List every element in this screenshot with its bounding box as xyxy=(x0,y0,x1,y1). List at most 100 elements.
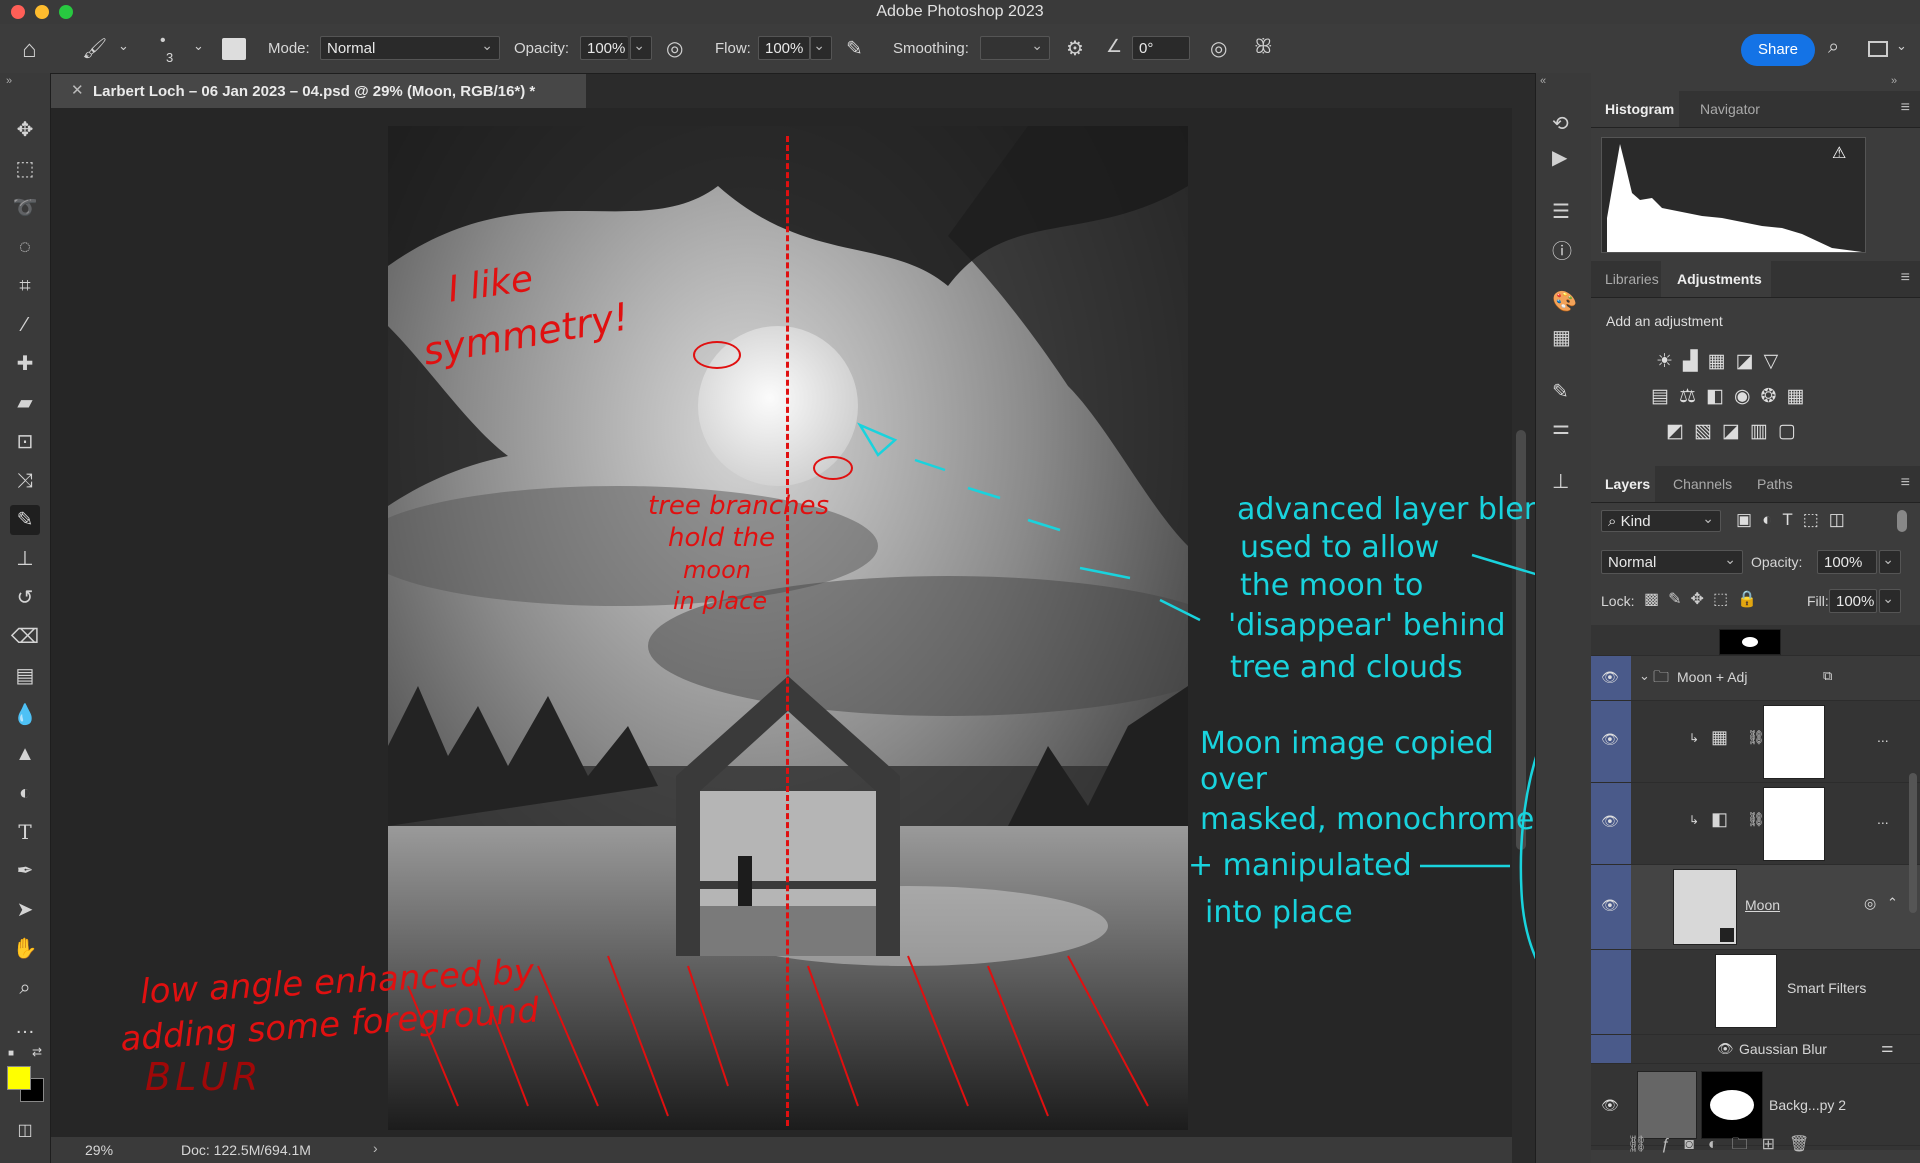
layer-opacity-dropdown-icon[interactable] xyxy=(1879,547,1901,574)
layer-row-moon[interactable]: 👁 Moon ◎ ⌃ xyxy=(1591,865,1920,950)
posterize-icon[interactable]: ▧ xyxy=(1694,421,1722,442)
brushes-icon[interactable]: ✎ xyxy=(1552,379,1569,404)
lock-pixels-icon[interactable]: ✎ xyxy=(1668,591,1690,608)
gaussian-blur-row[interactable]: 👁 Gaussian Blur ⚌ xyxy=(1591,1035,1920,1064)
visibility-eye-icon[interactable]: 👁 xyxy=(1601,897,1619,914)
histogram-tab-row: Histogram Navigator ≡ xyxy=(1591,91,1920,128)
layer-filter-icons: ▣◐T⬚◫ xyxy=(1736,510,1855,530)
visibility-eye-icon[interactable]: 👁 xyxy=(1601,813,1619,830)
tab-paths[interactable]: Paths xyxy=(1757,476,1793,492)
swatches-grid-icon[interactable]: ▦ xyxy=(1552,325,1571,350)
adjustments-menu-icon[interactable]: ≡ xyxy=(1901,269,1910,287)
delete-layer-icon[interactable]: 🗑 xyxy=(1789,1136,1823,1153)
layer-row-black-white[interactable]: 👁 ↳ ◧ ⛓ ... xyxy=(1591,783,1920,865)
tab-libraries[interactable]: Libraries xyxy=(1605,271,1659,287)
actions-play-icon[interactable]: ▶ xyxy=(1552,145,1567,170)
adjustment-icons-row-3: ◩▧◪▥▢ xyxy=(1666,420,1806,443)
layer-mask-thumbnail xyxy=(1701,1071,1763,1139)
layer-filter-kind[interactable]: ⌕ Kind xyxy=(1601,507,1721,532)
background-copy-layer-name: Backg...py 2 xyxy=(1769,1097,1847,1113)
warning-icon[interactable]: ⚠ xyxy=(1832,143,1846,163)
layer-blend-mode-select[interactable]: Normal xyxy=(1601,547,1743,574)
fill-dropdown-icon[interactable] xyxy=(1879,586,1901,613)
clone-source-icon[interactable]: ⊥ xyxy=(1552,469,1569,494)
fill-input[interactable]: 100% xyxy=(1829,589,1877,613)
layer-opacity-input[interactable]: 100% xyxy=(1817,550,1877,574)
adjustment-icons-row-2: ▤⚖◧◉❂▦ xyxy=(1651,385,1814,408)
group-expand-chevron-icon[interactable]: ⌄ xyxy=(1639,668,1650,684)
add-mask-icon[interactable]: ◙ xyxy=(1684,1136,1708,1153)
layer-more-label[interactable]: ... xyxy=(1877,729,1889,745)
black-white-icon[interactable]: ◧ xyxy=(1706,386,1734,407)
tab-navigator[interactable]: Navigator xyxy=(1700,101,1760,117)
photo-filter-icon[interactable]: ◉ xyxy=(1734,386,1761,407)
lock-transparency-icon[interactable]: ▩ xyxy=(1644,591,1668,608)
type-filter-icon[interactable]: T xyxy=(1782,510,1802,529)
filter-toggle[interactable] xyxy=(1897,510,1907,532)
collapse-strip-icon[interactable]: « xyxy=(1540,75,1546,87)
moon-layer-name[interactable]: Moon xyxy=(1745,897,1780,913)
tab-channels[interactable]: Channels xyxy=(1673,476,1732,492)
collapse-panels-icon[interactable]: » xyxy=(1891,75,1897,87)
lock-icons: ▩✎✥⬚🔒 xyxy=(1644,589,1766,609)
zoom-level[interactable]: 29% xyxy=(85,1142,113,1158)
smart-filters-label: Smart Filters xyxy=(1787,980,1867,996)
lock-position-icon[interactable]: ✥ xyxy=(1691,591,1713,608)
visibility-eye-icon[interactable]: 👁 xyxy=(1601,669,1619,686)
layer-group-row[interactable]: 👁 ⌄ 🗀 Moon + Adj ⧉ xyxy=(1591,656,1920,701)
smart-filters-row[interactable]: Smart Filters xyxy=(1591,950,1920,1035)
lock-artboard-icon[interactable]: ⬚ xyxy=(1713,591,1737,608)
exposure-icon[interactable]: ◪ xyxy=(1736,351,1764,372)
channel-mixer-icon[interactable]: ❂ xyxy=(1761,386,1787,407)
threshold-icon[interactable]: ◪ xyxy=(1722,421,1750,442)
black-white-adjustment-icon: ◧ xyxy=(1711,809,1729,829)
brightness-icon[interactable]: ☀ xyxy=(1656,351,1683,372)
gaussian-blur-label: Gaussian Blur xyxy=(1739,1041,1827,1057)
new-layer-icon[interactable]: ⊞ xyxy=(1762,1136,1789,1153)
layers-scrollbar[interactable] xyxy=(1909,773,1917,913)
smart-filter-toggle-icon[interactable]: ◎ xyxy=(1864,895,1876,912)
status-menu-icon[interactable]: › xyxy=(373,1140,378,1156)
tab-histogram[interactable]: Histogram xyxy=(1605,101,1674,117)
color-balance-icon[interactable]: ⚖ xyxy=(1679,386,1706,407)
fx-icon[interactable]: ƒ xyxy=(1661,1136,1684,1153)
pixel-filter-icon[interactable]: ▣ xyxy=(1736,510,1762,529)
new-group-icon[interactable]: 🗀 xyxy=(1732,1136,1762,1153)
layers-menu-icon[interactable]: ≡ xyxy=(1901,474,1910,492)
properties-sliders-icon[interactable]: ☰ xyxy=(1552,199,1570,224)
right-panel-dock: » Histogram Navigator ≡ ⚠ Libraries Adju… xyxy=(1591,73,1920,1163)
selective-color-icon[interactable]: ▢ xyxy=(1778,421,1806,442)
tab-adjustments[interactable]: Adjustments xyxy=(1677,271,1762,287)
history-icon[interactable]: ⟲ xyxy=(1552,111,1569,136)
visibility-eye-icon[interactable]: 👁 xyxy=(1601,1097,1619,1114)
info-icon[interactable]: ⓘ xyxy=(1552,235,1572,264)
link-layers-icon[interactable]: ⛓ xyxy=(1627,1136,1661,1153)
shape-filter-icon[interactable]: ⬚ xyxy=(1803,510,1829,529)
invert-icon[interactable]: ◩ xyxy=(1666,421,1694,442)
color-palette-icon[interactable]: 🎨 xyxy=(1552,289,1577,314)
smart-object-filter-icon[interactable]: ◫ xyxy=(1829,510,1855,529)
gradient-map-icon[interactable]: ▥ xyxy=(1750,421,1778,442)
visibility-eye-icon[interactable]: 👁 xyxy=(1601,731,1619,748)
histogram-menu-icon[interactable]: ≡ xyxy=(1901,99,1910,117)
levels-icon[interactable]: ▟ xyxy=(1683,351,1708,372)
curves-icon[interactable]: ▦ xyxy=(1708,351,1736,372)
color-lookup-icon[interactable]: ▦ xyxy=(1786,386,1814,407)
filter-visibility-icon[interactable]: 👁 xyxy=(1717,1041,1734,1057)
new-adjustment-icon[interactable]: ◐ xyxy=(1708,1136,1732,1153)
annotation-moon-line-2: over xyxy=(1200,762,1267,797)
layer-row-partial[interactable] xyxy=(1591,625,1920,656)
hue-saturation-icon[interactable]: ▤ xyxy=(1651,386,1679,407)
collapse-effects-icon[interactable]: ⌃ xyxy=(1887,895,1898,911)
filter-options-icon[interactable]: ⚌ xyxy=(1881,1039,1894,1056)
layer-more-label[interactable]: ... xyxy=(1877,811,1889,827)
vibrance-icon[interactable]: ▽ xyxy=(1764,351,1789,372)
lock-all-icon[interactable]: 🔒 xyxy=(1737,591,1766,608)
adjustments-tab-row: Libraries Adjustments ≡ xyxy=(1591,261,1920,298)
blend-if-icon: ⧉ xyxy=(1823,668,1833,683)
add-adjustment-label: Add an adjustment xyxy=(1606,313,1723,329)
brush-settings-strip-icon[interactable]: ⚌ xyxy=(1552,415,1570,440)
adjustment-filter-icon[interactable]: ◐ xyxy=(1762,510,1782,529)
tab-layers[interactable]: Layers xyxy=(1605,476,1650,492)
layer-row-curves[interactable]: 👁 ↳ ▦ ⛓ ... xyxy=(1591,701,1920,783)
